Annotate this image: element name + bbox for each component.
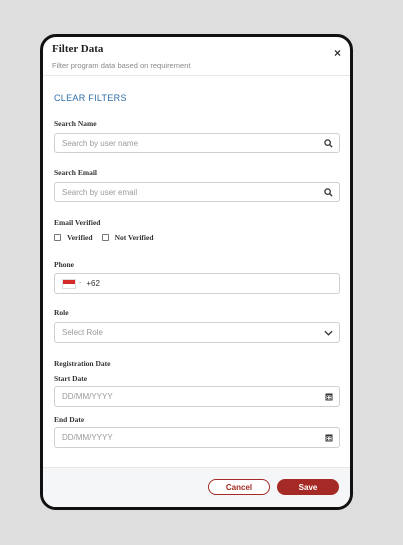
filter-form: CLEAR FILTERS Search Name Search by user… — [43, 93, 350, 448]
calendar-icon[interactable] — [325, 392, 333, 401]
not-verified-label: Not Verified — [114, 233, 154, 242]
search-email-input[interactable]: Search by user email — [54, 182, 340, 202]
search-email-label: Search Email — [54, 168, 97, 177]
start-date-label: Start Date — [54, 374, 88, 383]
role-placeholder: Select Role — [62, 328, 103, 337]
country-dropdown-icon[interactable]: - — [79, 280, 81, 287]
search-name-input[interactable]: Search by user name — [54, 133, 340, 153]
role-group: Role Select Role — [54, 308, 340, 343]
modal-subtitle: Filter program data based on requirement — [52, 61, 191, 70]
modal-header: Filter Data Filter program data based on… — [43, 37, 350, 75]
verified-checkbox[interactable] — [54, 234, 61, 241]
phone-label: Phone — [54, 260, 75, 269]
search-name-group: Search Name Search by user name — [54, 119, 340, 153]
email-verified-group: Email Verified Verified Not Verified — [54, 218, 340, 242]
search-name-placeholder: Search by user name — [62, 138, 139, 148]
registration-date-group: Registration Date Start Date DD/MM/YYYY … — [54, 359, 340, 448]
verified-label: Verified — [67, 233, 93, 242]
indonesia-flag-icon[interactable] — [62, 278, 76, 289]
registration-date-label: Registration Date — [54, 359, 111, 368]
save-button[interactable]: Save — [277, 479, 339, 495]
email-verified-options: Verified Not Verified — [54, 233, 340, 242]
modal-footer: Cancel Save — [43, 467, 350, 507]
modal-title: Filter Data — [52, 43, 104, 55]
search-name-label: Search Name — [54, 119, 97, 128]
role-select[interactable]: Select Role — [54, 322, 340, 343]
search-email-placeholder: Search by user email — [62, 187, 138, 197]
end-date-label: End Date — [54, 415, 85, 424]
clear-filters-link[interactable]: CLEAR FILTERS — [54, 93, 340, 103]
filter-modal: Filter Data Filter program data based on… — [40, 34, 353, 510]
chevron-down-icon[interactable] — [324, 330, 333, 336]
phone-group: Phone - +62 — [54, 260, 340, 294]
header-divider — [43, 75, 350, 76]
not-verified-checkbox[interactable] — [101, 234, 109, 241]
start-date-input[interactable]: DD/MM/YYYY — [54, 386, 340, 407]
end-date-input[interactable]: DD/MM/YYYY — [54, 427, 340, 448]
role-label: Role — [54, 308, 69, 317]
search-icon[interactable] — [324, 138, 333, 148]
email-verified-label: Email Verified — [54, 218, 101, 227]
close-icon[interactable]: × — [334, 47, 341, 59]
start-date-placeholder: DD/MM/YYYY — [62, 392, 113, 401]
phone-country-code: +62 — [86, 279, 100, 288]
cancel-button[interactable]: Cancel — [208, 479, 270, 495]
search-icon[interactable] — [324, 187, 333, 197]
end-date-placeholder: DD/MM/YYYY — [62, 433, 113, 442]
search-email-group: Search Email Search by user email — [54, 168, 340, 202]
calendar-icon[interactable] — [325, 433, 333, 442]
phone-input[interactable]: - +62 — [54, 273, 340, 294]
